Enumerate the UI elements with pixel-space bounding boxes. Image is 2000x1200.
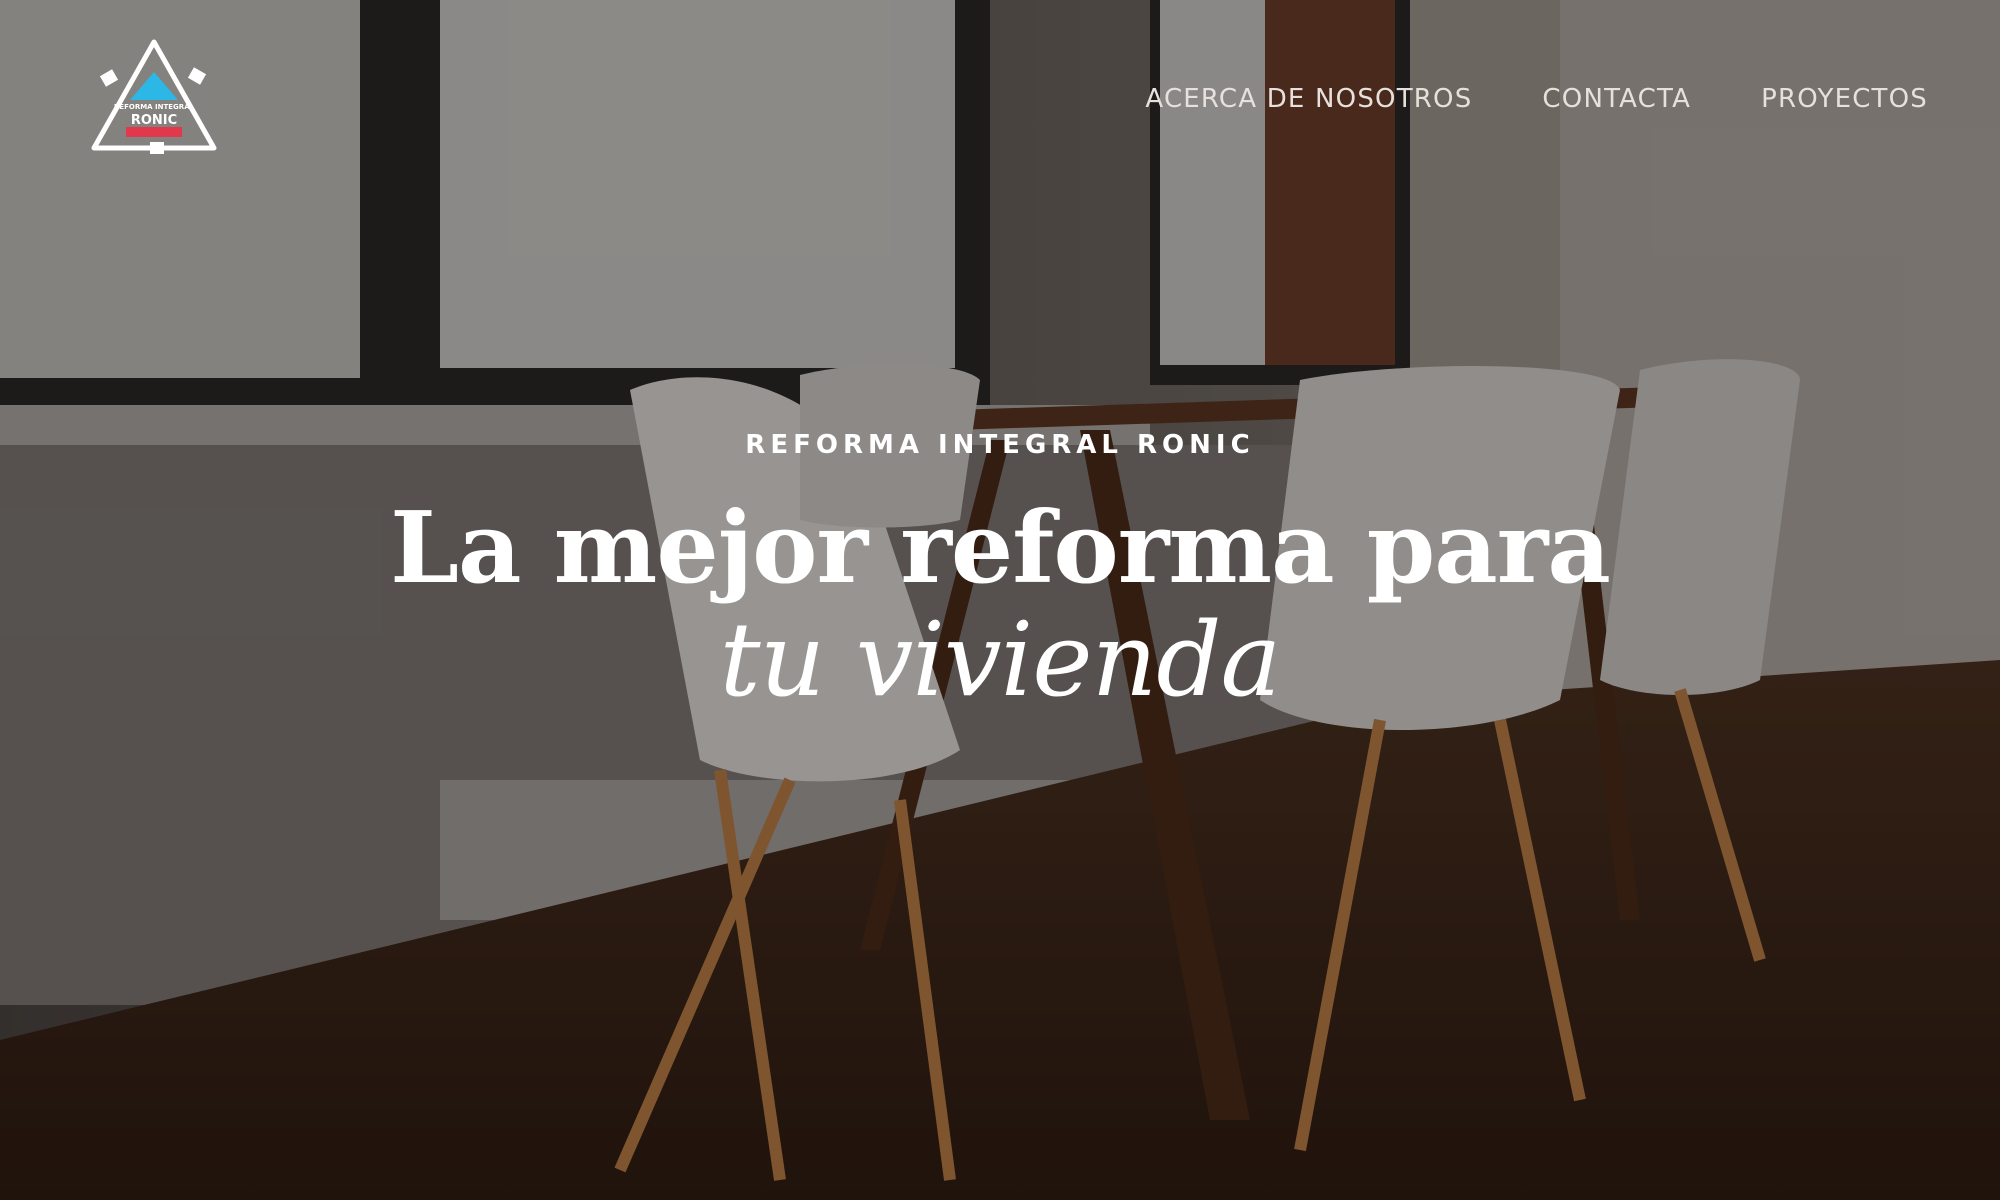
logo[interactable]: REFORMA INTEGRAL RONIC xyxy=(86,36,222,162)
hero-section: REFORMA INTEGRAL RONIC ACERCA DE NOSOTRO… xyxy=(0,0,2000,1200)
hero-content: REFORMA INTEGRAL RONIC La mejor reforma … xyxy=(0,430,2000,718)
nav-link-acerca[interactable]: ACERCA DE NOSOTROS xyxy=(1145,84,1472,114)
logo-line1: REFORMA INTEGRAL xyxy=(114,103,195,111)
logo-line2: RONIC xyxy=(131,113,177,128)
hero-headline: La mejor reforma para tu vivienda xyxy=(0,494,2000,718)
nav-link-proyectos[interactable]: PROYECTOS xyxy=(1761,84,1928,114)
main-nav: ACERCA DE NOSOTROS CONTACTA PROYECTOS xyxy=(1145,84,1928,114)
hero-headline-line2: tu vivienda xyxy=(719,600,1282,720)
nav-link-contacta[interactable]: CONTACTA xyxy=(1542,84,1691,114)
hero-headline-line1: La mejor reforma para xyxy=(390,491,1611,606)
hero-eyebrow: REFORMA INTEGRAL RONIC xyxy=(745,430,1255,460)
